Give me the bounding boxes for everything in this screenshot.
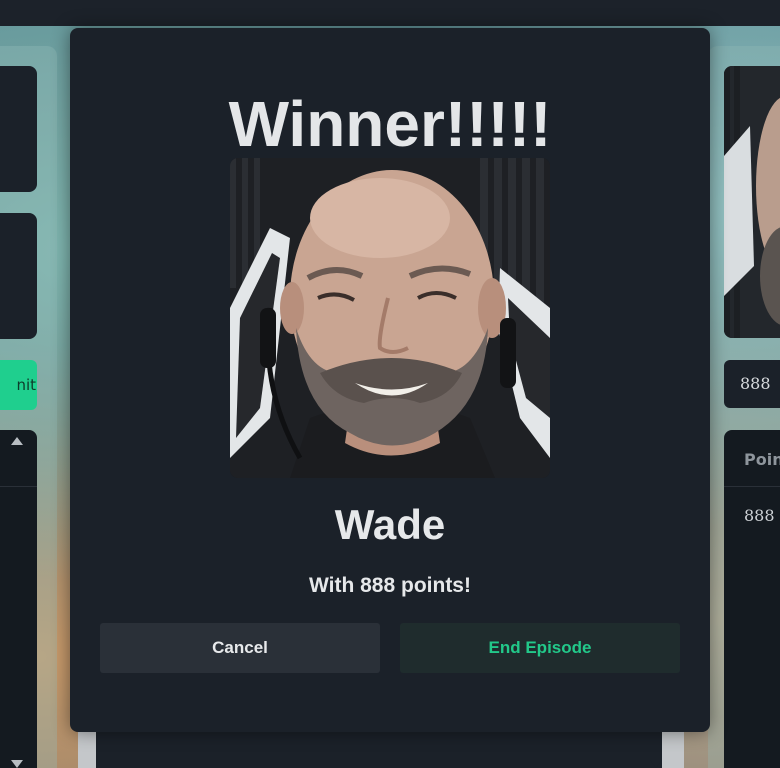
dialog-title: Winner!!!!! [228,88,552,160]
winner-name: Wade [334,501,446,548]
scroll-down-icon[interactable] [11,760,23,768]
scroll-down-icon[interactable] [650,760,662,768]
left-card [0,213,37,339]
cancel-button[interactable]: Cancel [100,623,380,673]
list-divider [0,486,37,487]
points-input[interactable]: 888 [724,360,780,408]
center-list-frame [78,730,684,768]
end-episode-button[interactable]: End Episode [400,623,680,673]
left-list [0,430,37,768]
contestant-photo [724,66,780,338]
left-card [0,66,37,192]
contestant-photo-art [724,66,780,338]
points-table: Poin 888 [724,430,780,768]
submit-button[interactable]: nit [0,360,37,410]
points-cell: 888 [744,506,775,525]
center-list [96,730,662,768]
table-divider [724,486,780,487]
winner-photo-art [230,158,550,478]
winner-points: With 888 points! [309,574,471,597]
scroll-up-icon[interactable] [11,437,23,445]
winner-dialog: Winner!!!!! Wade With 888 points! Cancel… [70,28,710,732]
submit-button-label: nit [16,376,36,394]
points-column-header: Poin [744,450,780,469]
winner-avatar [230,158,550,478]
app-top-bar [0,0,780,26]
